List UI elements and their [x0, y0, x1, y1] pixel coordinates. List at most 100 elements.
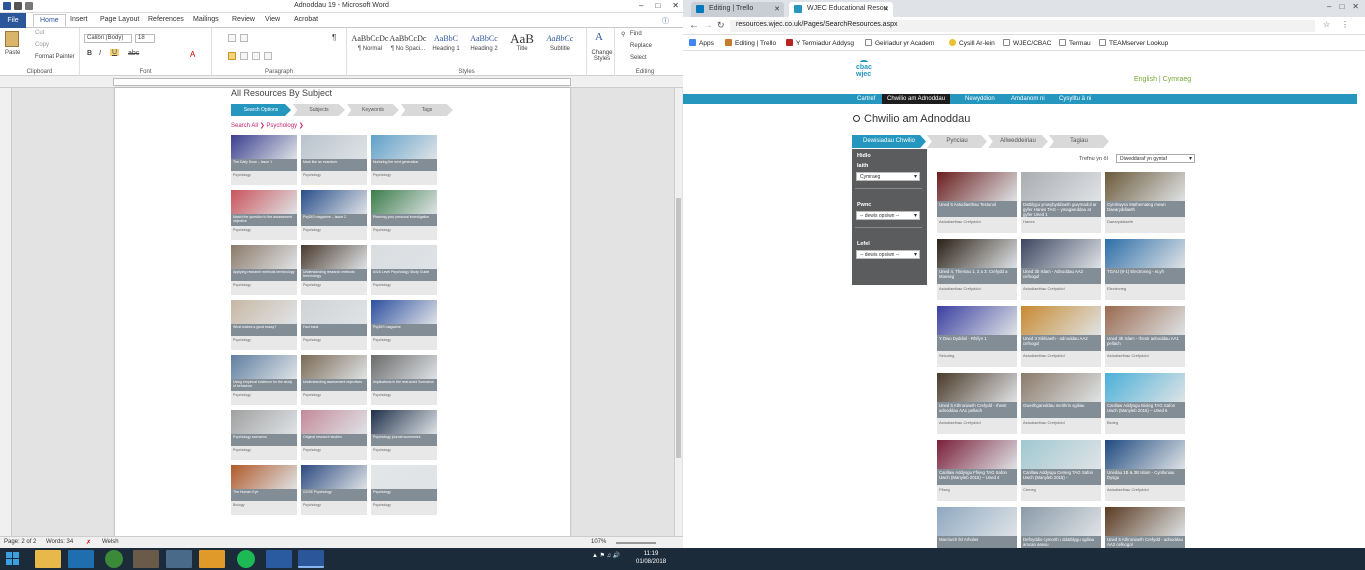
resource-card[interactable]: Cymhwyso Mathemateg mewn Daearyddiaeth Da… [1105, 172, 1185, 233]
nav-chwilio[interactable]: Chwilio am Adnoddau [882, 94, 951, 104]
resource-title[interactable]: Canllaw Addysgu Cemeg TAG Safon Uwch (Ma… [1021, 469, 1101, 485]
bookmark-termiadur[interactable]: Y Termiadur Addysg [786, 39, 854, 47]
resource-card[interactable]: Canllaw Addysgu Cemeg TAG Safon Uwch (Ma… [1021, 440, 1101, 501]
browser-tab-trello[interactable]: Editing | Trello ✕ [691, 2, 784, 17]
resource-card[interactable]: Match the question to the assessment obj… [231, 190, 297, 240]
paste-icon[interactable] [5, 31, 19, 47]
ruler-track[interactable] [113, 78, 571, 86]
word-taskbar-icon[interactable] [298, 550, 324, 568]
resource-title[interactable]: Planning your personal investigation [371, 214, 437, 226]
resource-title[interactable]: Original research studies [301, 434, 367, 446]
sort-select[interactable]: Diweddaraf yn gyntaf [1116, 154, 1195, 163]
resource-card[interactable]: Uned 3 Sikhiaeth - adnoddau AA2 cefnogol… [1021, 306, 1101, 367]
resource-title[interactable]: Mark like an examiner [301, 159, 367, 171]
resource-card[interactable]: Uned 5 Athroniaeth Crefydd - adnoddau AA… [1105, 507, 1185, 548]
align-right-icon[interactable] [252, 52, 260, 60]
browser-tab-wjec[interactable]: WJEC Educational Resou ✕ [789, 2, 893, 17]
wjec-logo[interactable]: cbac wjec [856, 60, 880, 78]
resource-card[interactable]: Understanding research methods terminolo… [301, 245, 367, 295]
resource-card[interactable]: Psychology journal summaries Psychology [371, 410, 437, 460]
resource-title[interactable]: Uned 5 Athroniaeth Crefydd - rhestr adno… [937, 402, 1017, 418]
justify-icon[interactable] [264, 52, 272, 60]
resource-title[interactable]: Cymhwyso Mathemateg mewn Daearyddiaeth [1105, 201, 1185, 217]
resource-thumbnail[interactable] [937, 507, 1017, 536]
resource-title[interactable]: Datblygu ymwybyddiaeth gwyrnadol ar gyfe… [1021, 201, 1101, 217]
resource-thumbnail[interactable] [937, 306, 1017, 335]
resource-thumbnail[interactable] [371, 300, 437, 324]
step-keywords[interactable]: Allweddeiriau [988, 135, 1048, 148]
close-icon[interactable]: ✕ [1352, 2, 1359, 11]
language-indicator[interactable]: Welsh [102, 539, 119, 545]
resource-card[interactable]: Understanding assessment objectives Psych… [301, 355, 367, 405]
style-heading-2[interactable]: AaBbCc Heading 2 [465, 32, 503, 58]
app-icon[interactable] [266, 550, 292, 568]
resource-thumbnail[interactable] [1021, 440, 1101, 469]
bookmark-termau[interactable]: Termau [1059, 39, 1091, 47]
resource-thumbnail[interactable] [1021, 373, 1101, 402]
resource-card[interactable]: Planning your personal investigation Psyc… [371, 190, 437, 240]
bullets-icon[interactable] [228, 34, 236, 42]
tab-acrobat[interactable]: Acrobat [294, 16, 318, 23]
resource-thumbnail[interactable] [301, 135, 367, 159]
nav-cartref[interactable]: Cartref [852, 94, 880, 104]
app-icon[interactable] [166, 550, 192, 568]
resource-title[interactable]: Uned 3b Islam - rhestr adnoddau AA1 pell… [1105, 335, 1185, 351]
change-styles-button[interactable]: Change Styles [589, 50, 615, 62]
strikethrough-button[interactable]: abc [128, 50, 139, 57]
nav-newyddion[interactable]: Newyddion [960, 94, 1000, 104]
resource-title[interactable]: Understanding assessment objectives [301, 379, 367, 391]
resource-thumbnail[interactable] [231, 355, 297, 379]
resource-card[interactable]: Y Dwo Dyddiol - Rhifyn 1 Seicoleg [937, 306, 1017, 367]
resource-thumbnail[interactable] [1105, 373, 1185, 402]
resource-thumbnail[interactable] [1021, 172, 1101, 201]
resource-card[interactable]: AS/A Level Psychology Study Guide Psychol… [371, 245, 437, 295]
style-no-spacing[interactable]: AaBbCcDc ¶ No Spaci... [389, 32, 427, 58]
resource-thumbnail[interactable] [301, 300, 367, 324]
font-size-select[interactable]: 18 [135, 34, 155, 43]
show-formatting-icon[interactable]: ¶ [332, 33, 336, 42]
resource-title[interactable]: GCSE Psychology [301, 489, 367, 501]
resource-thumbnail[interactable] [1105, 172, 1185, 201]
align-left-icon[interactable] [228, 52, 236, 60]
nav-amdanom[interactable]: Amdanom ni [1006, 94, 1050, 104]
resource-thumbnail[interactable] [1105, 440, 1185, 469]
resource-title[interactable]: Uned 3b Islam - Adnoddau AA2 cefnogol [1021, 268, 1101, 284]
system-tray-icons[interactable]: ▲ ⚑ ♫ 🔊 [592, 552, 620, 559]
language-select[interactable]: Cymraeg [856, 172, 920, 181]
italic-button[interactable]: I [99, 50, 101, 57]
bookmark-teamserver[interactable]: TEAMserver Lookup [1099, 39, 1168, 47]
resource-thumbnail[interactable] [231, 245, 297, 269]
resource-card[interactable]: Uned 3b Islam - rhestr adnoddau AA1 pell… [1105, 306, 1185, 367]
forward-icon[interactable]: → [703, 20, 713, 31]
resource-title[interactable]: The Human Eye [231, 489, 297, 501]
resource-thumbnail[interactable] [937, 239, 1017, 268]
menu-icon[interactable]: ⋮ [1341, 20, 1349, 29]
bookmark-cysill[interactable]: Cysill Ar-lein [949, 39, 995, 47]
chrome-icon[interactable] [105, 550, 123, 568]
resource-title[interactable]: Y Dwo Dyddiol - Rhifyn 1 [937, 335, 1017, 351]
resource-thumbnail[interactable] [1105, 239, 1185, 268]
resource-card[interactable]: PsyDIS magazine – Issue 2 Psychology [301, 190, 367, 240]
tab-insert[interactable]: Insert [70, 16, 88, 23]
tab-mailings[interactable]: Mailings [193, 16, 219, 23]
resource-card[interactable]: The Daily Dose – Issue 1 Psychology [231, 135, 297, 185]
page-count[interactable]: Page: 2 of 2 [4, 539, 36, 545]
resource-title[interactable]: Defnyddio cymorth i ddatblygu sgiliau am… [1021, 536, 1101, 548]
resource-card[interactable]: What makes a good essay? Psychology [231, 300, 297, 350]
resource-thumbnail[interactable] [1105, 507, 1185, 536]
resource-thumbnail[interactable] [371, 135, 437, 159]
resource-title[interactable]: What makes a good essay? [231, 324, 297, 336]
lang-english-link[interactable]: English [1134, 76, 1157, 83]
resource-card[interactable]: Canllaw Addysgu Bioleg TAG Safon Uwch (M… [1105, 373, 1185, 434]
resource-card[interactable]: Psychology scenarios Psychology [231, 410, 297, 460]
resource-card[interactable]: Nurturing the next generation Psychology [371, 135, 437, 185]
style-normal[interactable]: AaBbCcDc ¶ Normal [351, 32, 389, 58]
resource-thumbnail[interactable] [937, 373, 1017, 402]
resource-thumbnail[interactable] [301, 410, 367, 434]
resource-thumbnail[interactable] [301, 355, 367, 379]
resource-thumbnail[interactable] [301, 190, 367, 214]
resource-thumbnail[interactable] [1021, 239, 1101, 268]
resource-thumbnail[interactable] [371, 410, 437, 434]
maximize-icon[interactable]: □ [1339, 2, 1344, 11]
tab-view[interactable]: View [265, 16, 280, 23]
